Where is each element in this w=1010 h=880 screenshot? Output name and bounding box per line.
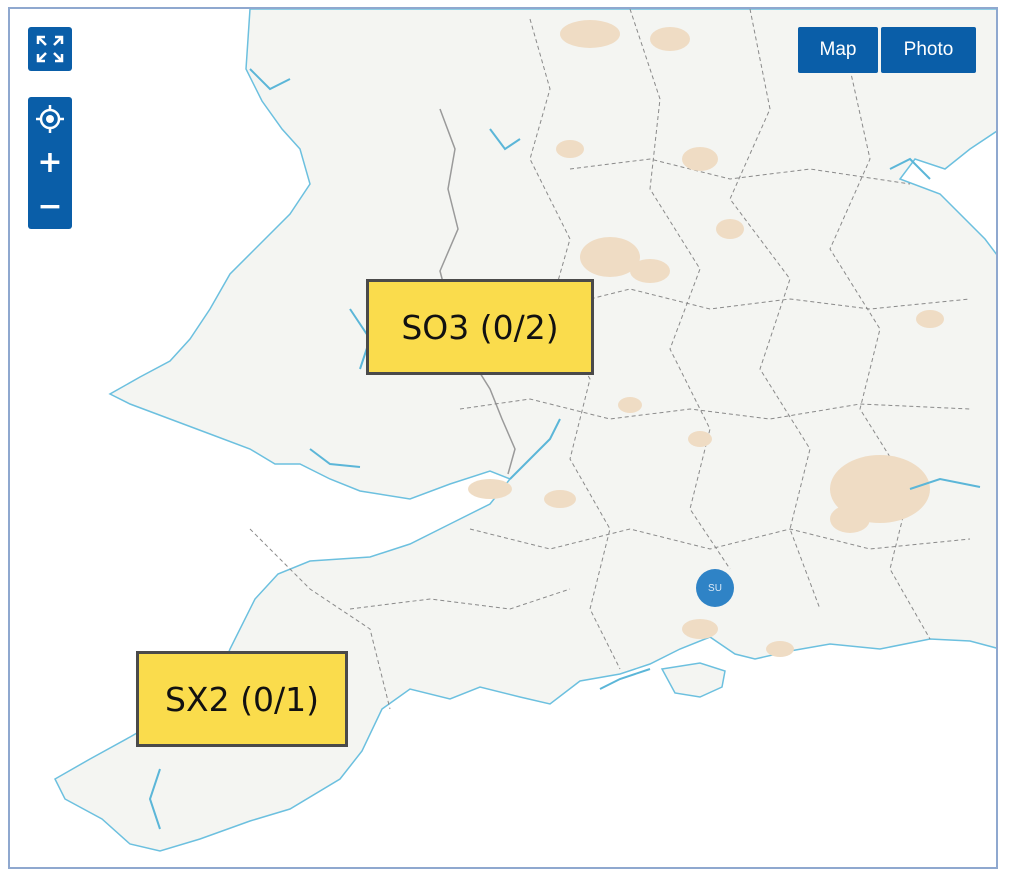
photo-layer-button[interactable]: Photo	[881, 27, 976, 73]
grid-square-label-so3[interactable]: SO3 (0/2)	[366, 279, 594, 375]
locate-button[interactable]	[28, 97, 72, 141]
zoom-in-button[interactable]: +	[28, 141, 72, 185]
map-frame: + − Map Photo SO3 (0/2) SX2 (0/1) SU	[8, 7, 998, 869]
map-layer-button[interactable]: Map	[798, 27, 878, 73]
expand-arrows-icon	[36, 35, 64, 63]
fullscreen-button[interactable]	[28, 27, 72, 71]
zoom-out-button[interactable]: −	[28, 185, 72, 229]
minus-icon: −	[37, 189, 63, 224]
location-marker[interactable]: SU	[696, 569, 734, 607]
plus-icon: +	[37, 145, 63, 180]
marker-label: SU	[708, 582, 722, 594]
crosshair-locate-icon	[36, 105, 64, 133]
grid-square-label-sx2[interactable]: SX2 (0/1)	[136, 651, 348, 747]
